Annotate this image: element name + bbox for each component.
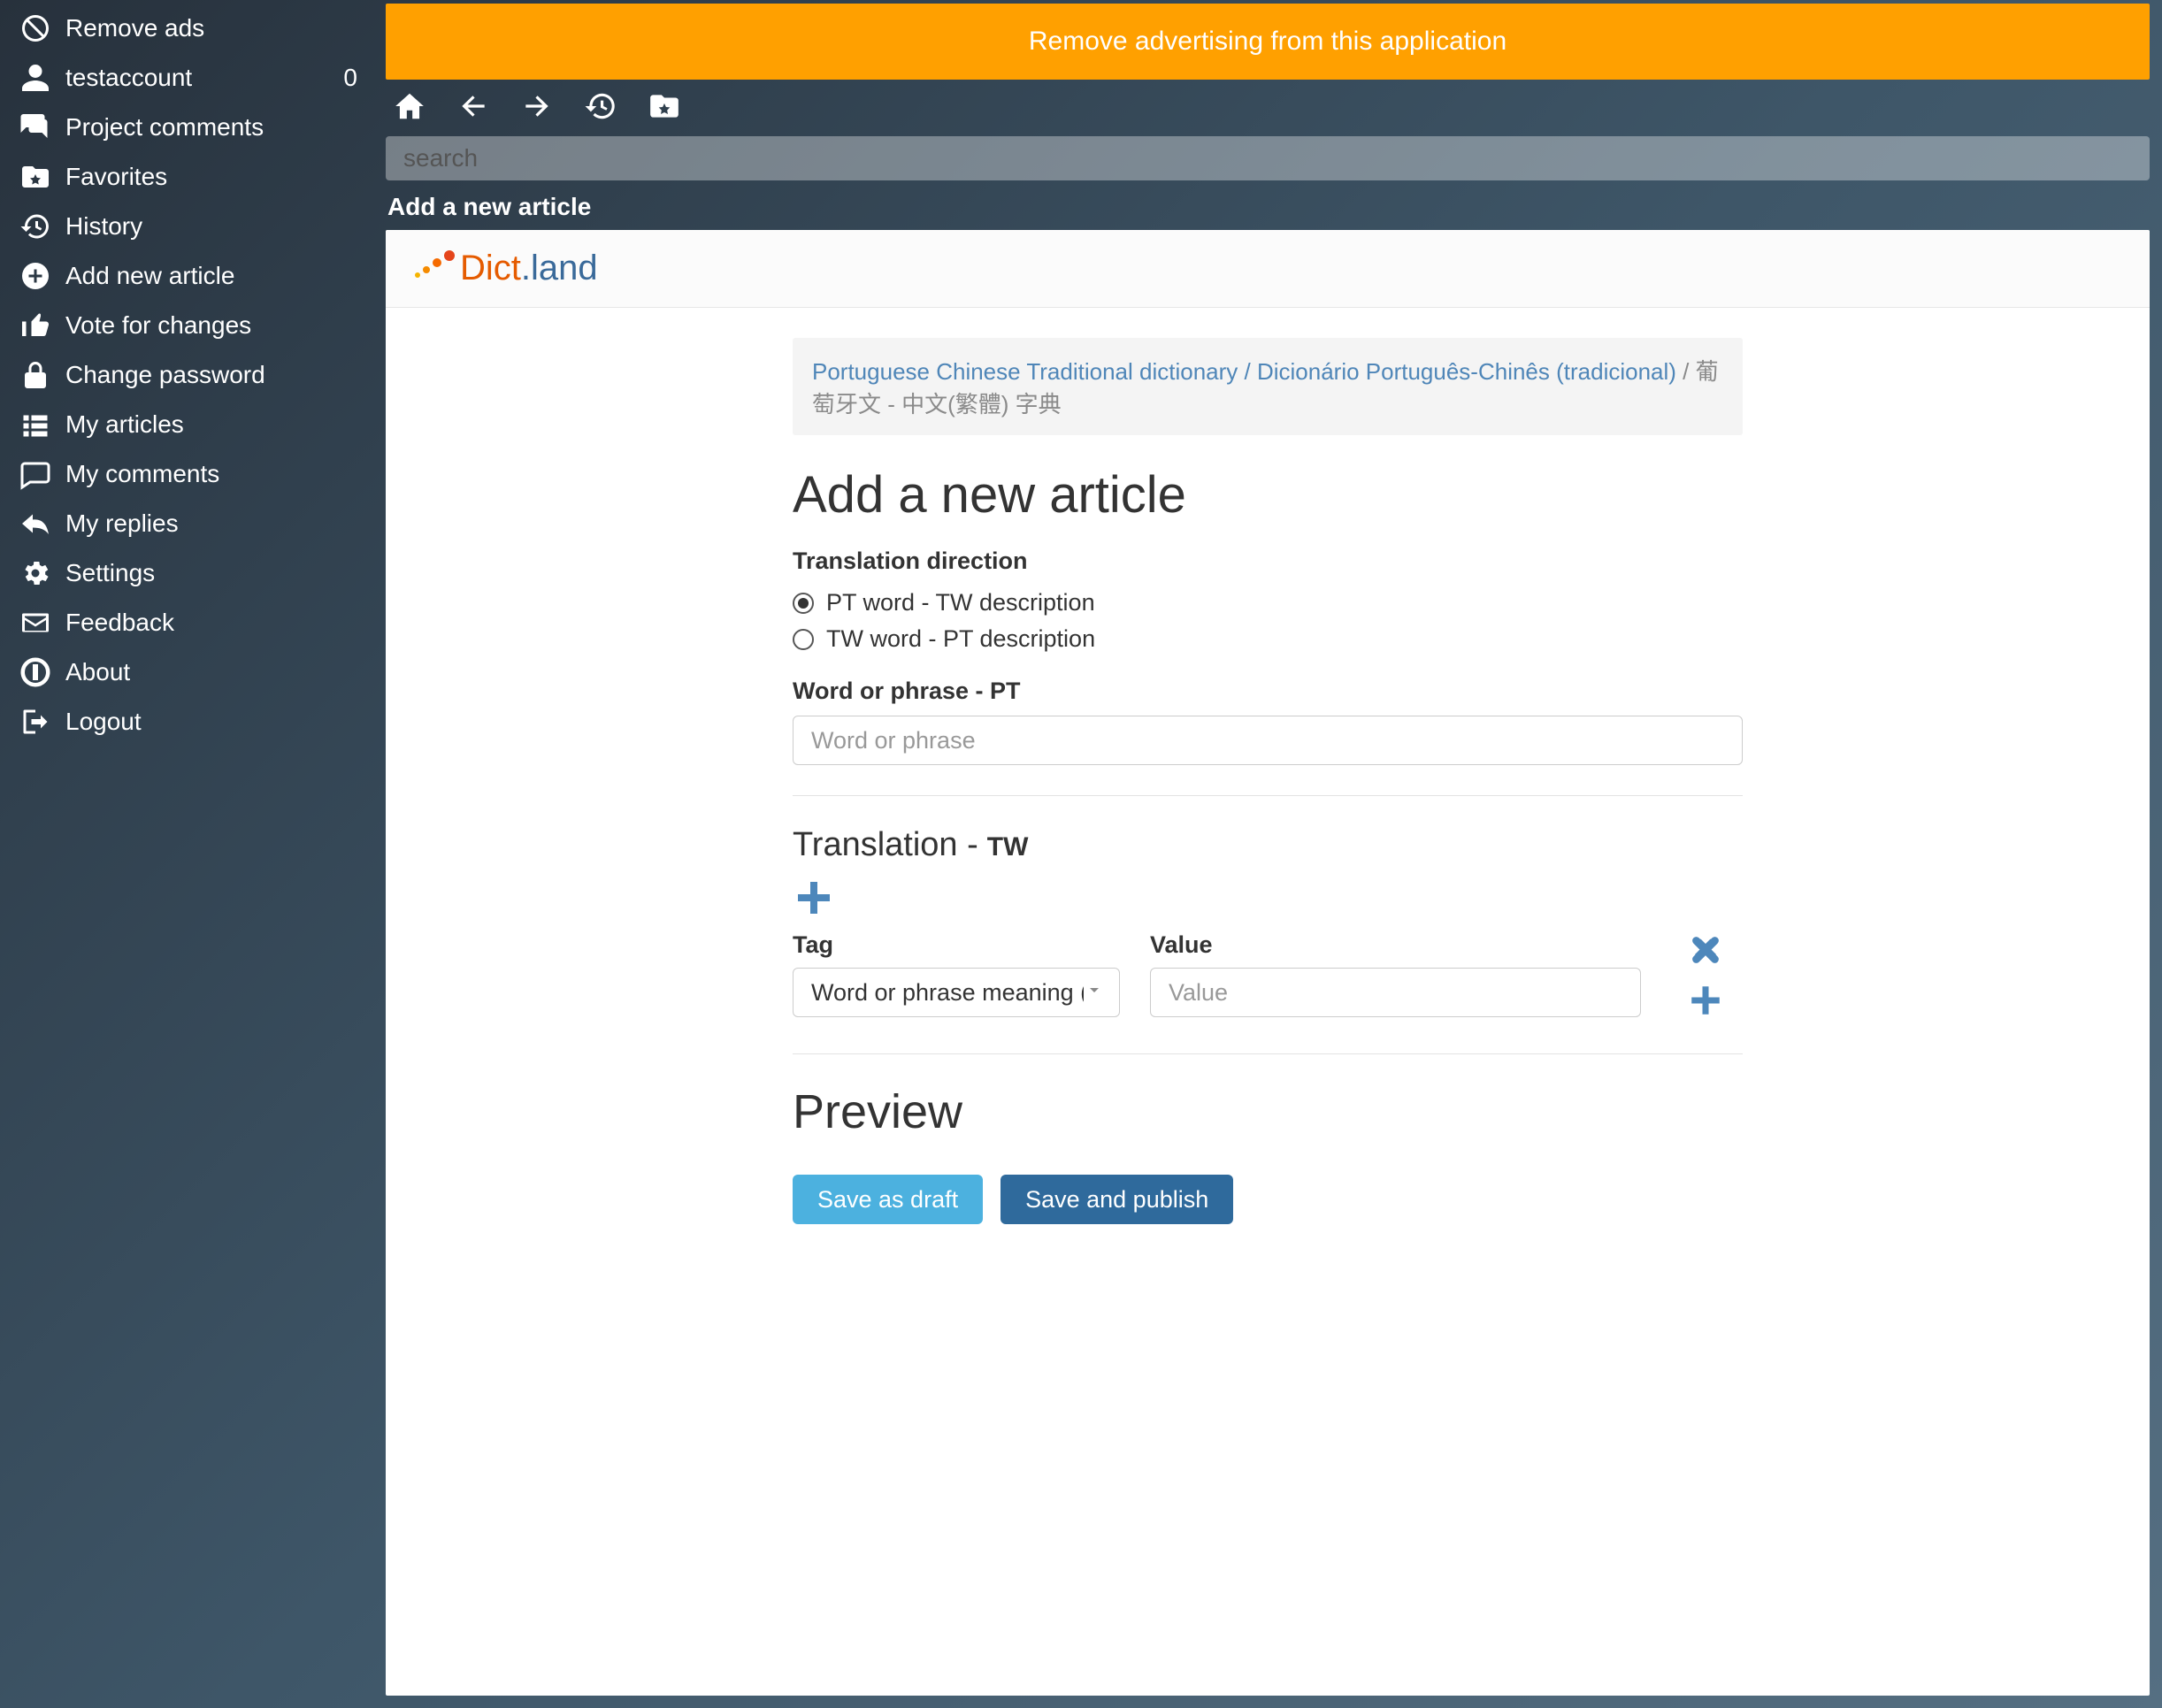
logo-text-land: .land [521, 249, 598, 288]
sidebar-item-change-password[interactable]: Change password [0, 350, 382, 400]
save-draft-button[interactable]: Save as draft [793, 1175, 983, 1224]
sidebar-item-favorites[interactable]: Favorites [0, 152, 382, 202]
main-area: Remove advertising from this application… [382, 0, 2162, 1708]
add-row-button[interactable] [1687, 982, 1724, 1023]
sidebar-item-label: My articles [55, 410, 366, 439]
tag-label: Tag [793, 931, 1120, 959]
logo-text-dict: Dict [460, 249, 521, 288]
button-row: Save as draft Save and publish [793, 1175, 1743, 1224]
sidebar-item-label: Project comments [55, 113, 366, 142]
save-publish-button[interactable]: Save and publish [1000, 1175, 1233, 1224]
ad-banner[interactable]: Remove advertising from this application [386, 4, 2150, 80]
logout-icon [16, 706, 55, 738]
content-body: Portuguese Chinese Traditional dictionar… [786, 338, 1750, 1277]
toolbar [386, 80, 2150, 136]
plus-circle-icon [16, 260, 55, 292]
form-heading: Add a new article [793, 465, 1743, 525]
add-translation-button[interactable] [793, 877, 835, 919]
sidebar-item-label: History [55, 212, 366, 241]
sidebar-item-logout[interactable]: Logout [0, 697, 382, 747]
ad-banner-text: Remove advertising from this application [1029, 27, 1506, 57]
sidebar-item-my-articles[interactable]: My articles [0, 400, 382, 449]
tag-selected-value: Word or phrase meaning (translation) [811, 979, 1084, 1007]
sidebar-item-label: Change password [55, 361, 366, 389]
value-label: Value [1150, 931, 1641, 959]
content-frame: Dict.land Portuguese Chinese Traditional… [386, 230, 2150, 1696]
folder-star-icon[interactable] [648, 89, 681, 127]
sidebar: Remove ads testaccount 0 Project comment… [0, 0, 382, 1708]
sidebar-item-history[interactable]: History [0, 202, 382, 251]
sidebar-item-my-comments[interactable]: My comments [0, 449, 382, 499]
sidebar-item-label: Add new article [55, 262, 366, 290]
content-header: Dict.land [386, 230, 2150, 308]
mail-icon [16, 607, 55, 639]
block-icon [16, 12, 55, 44]
tag-select[interactable]: Word or phrase meaning (translation) [793, 968, 1120, 1017]
back-icon[interactable] [456, 89, 490, 127]
value-input[interactable] [1150, 968, 1641, 1017]
sidebar-item-about[interactable]: About [0, 647, 382, 697]
list-icon [16, 409, 55, 440]
sidebar-item-label: Remove ads [55, 14, 366, 42]
forum-icon [16, 111, 55, 143]
info-icon [16, 656, 55, 688]
account-badge: 0 [343, 64, 366, 92]
tag-value-row: Tag Word or phrase meaning (translation)… [793, 931, 1743, 1023]
search-input[interactable] [403, 136, 2132, 180]
separator [793, 795, 1743, 796]
sidebar-item-remove-ads[interactable]: Remove ads [0, 4, 382, 53]
person-icon [16, 62, 55, 94]
reload-button[interactable] [2123, 1668, 2153, 1703]
word-input[interactable] [793, 716, 1743, 765]
chevron-down-icon [1084, 979, 1105, 1007]
radio-label: PT word - TW description [826, 589, 1095, 617]
sidebar-item-label: About [55, 658, 366, 686]
row-actions [1687, 931, 1724, 1023]
translation-heading: Translation - TW [793, 826, 1743, 864]
logo-dots-icon [410, 249, 455, 289]
forward-icon[interactable] [520, 89, 554, 127]
sidebar-item-label: My replies [55, 509, 366, 538]
sidebar-item-label: Feedback [55, 609, 366, 637]
separator [793, 1053, 1743, 1054]
thumbs-icon [16, 310, 55, 341]
chat-icon [16, 458, 55, 490]
lock-icon [16, 359, 55, 391]
home-icon[interactable] [393, 89, 426, 127]
preview-heading: Preview [793, 1084, 1743, 1139]
gear-icon [16, 557, 55, 589]
direction-label: Translation direction [793, 548, 1743, 575]
page-title: Add a new article [386, 180, 2150, 230]
sidebar-item-label: My comments [55, 460, 366, 488]
sidebar-item-label: Vote for changes [55, 311, 366, 340]
sidebar-item-project-comments[interactable]: Project comments [0, 103, 382, 152]
breadcrumb-link[interactable]: Portuguese Chinese Traditional dictionar… [812, 358, 1676, 385]
sidebar-item-feedback[interactable]: Feedback [0, 598, 382, 647]
sidebar-item-account[interactable]: testaccount 0 [0, 53, 382, 103]
radio-icon [793, 593, 814, 614]
sidebar-item-label: testaccount [55, 64, 343, 92]
history-icon[interactable] [584, 89, 617, 127]
radio-label: TW word - PT description [826, 625, 1095, 653]
folder-star-icon [16, 161, 55, 193]
sidebar-item-label: Settings [55, 559, 366, 587]
history-icon [16, 211, 55, 242]
remove-row-button[interactable] [1687, 931, 1724, 973]
radio-pt-tw[interactable]: PT word - TW description [793, 589, 1743, 617]
breadcrumb-sep: / [1676, 358, 1696, 385]
search-bar[interactable] [386, 136, 2150, 180]
breadcrumb: Portuguese Chinese Traditional dictionar… [793, 338, 1743, 435]
radio-icon [793, 629, 814, 650]
sidebar-item-label: Logout [55, 708, 366, 736]
word-label: Word or phrase - PT [793, 678, 1743, 705]
sidebar-item-label: Favorites [55, 163, 366, 191]
logo[interactable]: Dict.land [410, 249, 598, 289]
sidebar-item-vote[interactable]: Vote for changes [0, 301, 382, 350]
radio-tw-pt[interactable]: TW word - PT description [793, 625, 1743, 653]
sidebar-item-my-replies[interactable]: My replies [0, 499, 382, 548]
reply-icon [16, 508, 55, 540]
sidebar-item-add-article[interactable]: Add new article [0, 251, 382, 301]
sidebar-item-settings[interactable]: Settings [0, 548, 382, 598]
